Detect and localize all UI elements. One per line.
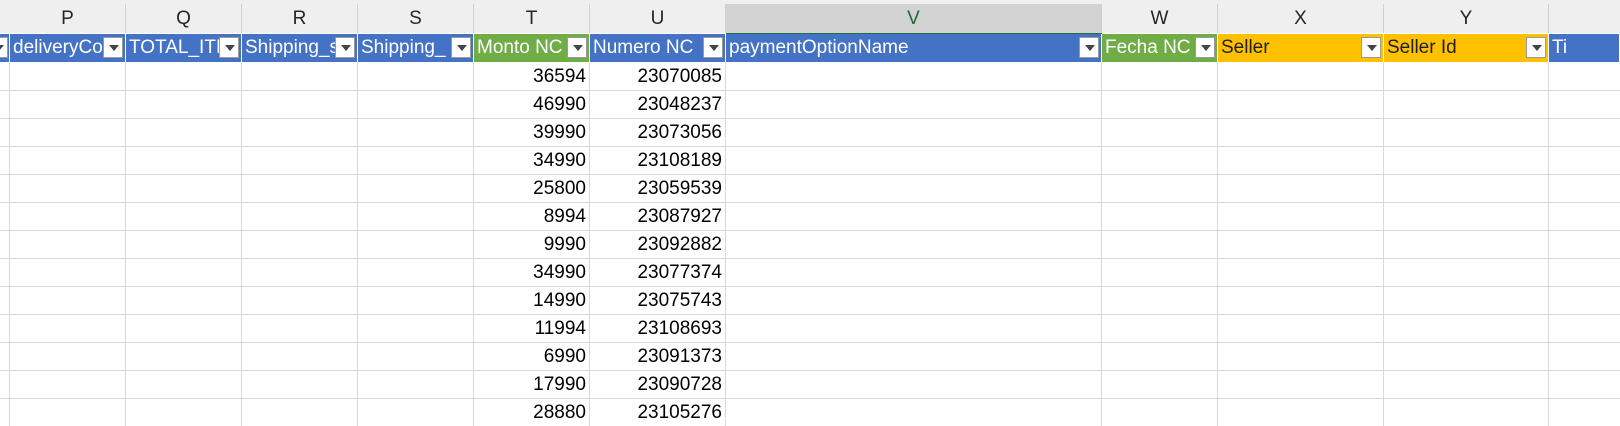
numero-nc-cell[interactable]: 23105276: [590, 398, 726, 426]
column-letter-p[interactable]: P: [10, 4, 126, 33]
header-label: Fecha NC: [1105, 37, 1191, 58]
header-cell: paymentOptionName: [726, 34, 1102, 62]
numero-nc-cell[interactable]: 23070085: [590, 62, 726, 90]
table-row: 28880 23105276: [0, 398, 1620, 426]
monto-nc-cell[interactable]: 36594: [474, 62, 590, 90]
header-cell: deliveryCo: [10, 34, 126, 62]
numero-nc-cell[interactable]: 23091373: [590, 342, 726, 370]
column-letter-w[interactable]: W: [1102, 4, 1218, 33]
table-row: 34990 23108189: [0, 146, 1620, 175]
header-label: Seller: [1221, 37, 1270, 58]
header-label: paymentOptionName: [729, 37, 909, 58]
monto-nc-cell[interactable]: 11994: [474, 314, 590, 342]
column-letter-q[interactable]: Q: [126, 4, 242, 33]
table-row: 8994 23087927: [0, 202, 1620, 231]
header-label: Monto NC: [477, 37, 563, 58]
header-cell: Seller Id: [1384, 34, 1549, 62]
filter-dropdown-button[interactable]: [0, 37, 8, 58]
column-letter-y[interactable]: Y: [1384, 4, 1549, 33]
monto-nc-cell[interactable]: 9990: [474, 230, 590, 258]
monto-nc-cell[interactable]: 46990: [474, 90, 590, 118]
table-row: 36594 23070085: [0, 62, 1620, 91]
column-letter-s[interactable]: S: [358, 4, 474, 33]
numero-nc-cell[interactable]: 23090728: [590, 370, 726, 398]
header-cell: Shipping_: [358, 34, 474, 62]
column-letter-u[interactable]: U: [590, 4, 726, 33]
table-row: 14990 23075743: [0, 286, 1620, 315]
table-row: 9990 23092882: [0, 230, 1620, 259]
numero-nc-cell[interactable]: 23108693: [590, 314, 726, 342]
header-cell: Seller: [1218, 34, 1384, 62]
filter-dropdown-button[interactable]: [1526, 37, 1546, 58]
header-cell: Numero NC: [590, 34, 726, 62]
filter-dropdown-button[interactable]: [1079, 37, 1099, 58]
monto-nc-cell[interactable]: 28880: [474, 398, 590, 426]
numero-nc-cell[interactable]: 23092882: [590, 230, 726, 258]
monto-nc-cell[interactable]: 39990: [474, 118, 590, 146]
header-label: Ti: [1552, 37, 1568, 58]
numero-nc-cell[interactable]: 23059539: [590, 174, 726, 202]
table-header-row: deliveryCo TOTAL_ITI Shipping_s Shipping_ Mo…: [0, 34, 1620, 62]
monto-nc-cell[interactable]: 8994: [474, 202, 590, 230]
monto-nc-cell[interactable]: 34990: [474, 146, 590, 174]
numero-nc-cell[interactable]: 23048237: [590, 90, 726, 118]
table-row: 6990 23091373: [0, 342, 1620, 371]
numero-nc-cell[interactable]: 23108189: [590, 146, 726, 174]
header-label: Seller Id: [1387, 37, 1457, 58]
table-row: 25800 23059539: [0, 174, 1620, 203]
monto-nc-cell[interactable]: 6990: [474, 342, 590, 370]
filter-dropdown-button[interactable]: [451, 37, 471, 58]
numero-nc-cell[interactable]: 23075743: [590, 286, 726, 314]
filter-dropdown-button[interactable]: [703, 37, 723, 58]
table-row: 46990 23048237: [0, 90, 1620, 119]
column-letter-bar: PQRSTUVWXY: [0, 0, 1620, 34]
header-cell: Shipping_s: [242, 34, 358, 62]
monto-nc-cell[interactable]: 14990: [474, 286, 590, 314]
filter-dropdown-button[interactable]: [567, 37, 587, 58]
header-cell: Ti: [1549, 34, 1620, 62]
filter-dropdown-button[interactable]: [335, 37, 355, 58]
numero-nc-cell[interactable]: 23073056: [590, 118, 726, 146]
column-letter-v[interactable]: V: [726, 4, 1102, 33]
header-label: Shipping_: [361, 37, 446, 58]
table-row: 11994 23108693: [0, 314, 1620, 343]
monto-nc-cell[interactable]: 17990: [474, 370, 590, 398]
header-label: TOTAL_ITI: [129, 37, 222, 58]
table-body: 36594 23070085 46990 23048237 39990 23073056 3…: [0, 62, 1620, 426]
header-cell: Fecha NC: [1102, 34, 1218, 62]
table-row: 34990 23077374: [0, 258, 1620, 287]
header-label: Shipping_s: [245, 37, 340, 58]
filter-dropdown-button[interactable]: [103, 37, 123, 58]
spreadsheet-grid[interactable]: PQRSTUVWXY deliveryCo TOTAL_ITI Shipping_s…: [0, 0, 1620, 426]
filter-dropdown-button[interactable]: [219, 37, 239, 58]
filter-dropdown-button[interactable]: [1361, 37, 1381, 58]
header-cell-partial: [0, 34, 10, 62]
header-cell: TOTAL_ITI: [126, 34, 242, 62]
numero-nc-cell[interactable]: 23087927: [590, 202, 726, 230]
header-cell: Monto NC: [474, 34, 590, 62]
monto-nc-cell[interactable]: 34990: [474, 258, 590, 286]
filter-dropdown-button[interactable]: [1195, 37, 1215, 58]
column-letter-x[interactable]: X: [1218, 4, 1384, 33]
column-letter-r[interactable]: R: [242, 4, 358, 33]
monto-nc-cell[interactable]: 25800: [474, 174, 590, 202]
header-label: deliveryCo: [13, 37, 103, 58]
column-letter-t[interactable]: T: [474, 4, 590, 33]
numero-nc-cell[interactable]: 23077374: [590, 258, 726, 286]
header-label: Numero NC: [593, 37, 694, 58]
table-row: 39990 23073056: [0, 118, 1620, 147]
table-row: 17990 23090728: [0, 370, 1620, 399]
